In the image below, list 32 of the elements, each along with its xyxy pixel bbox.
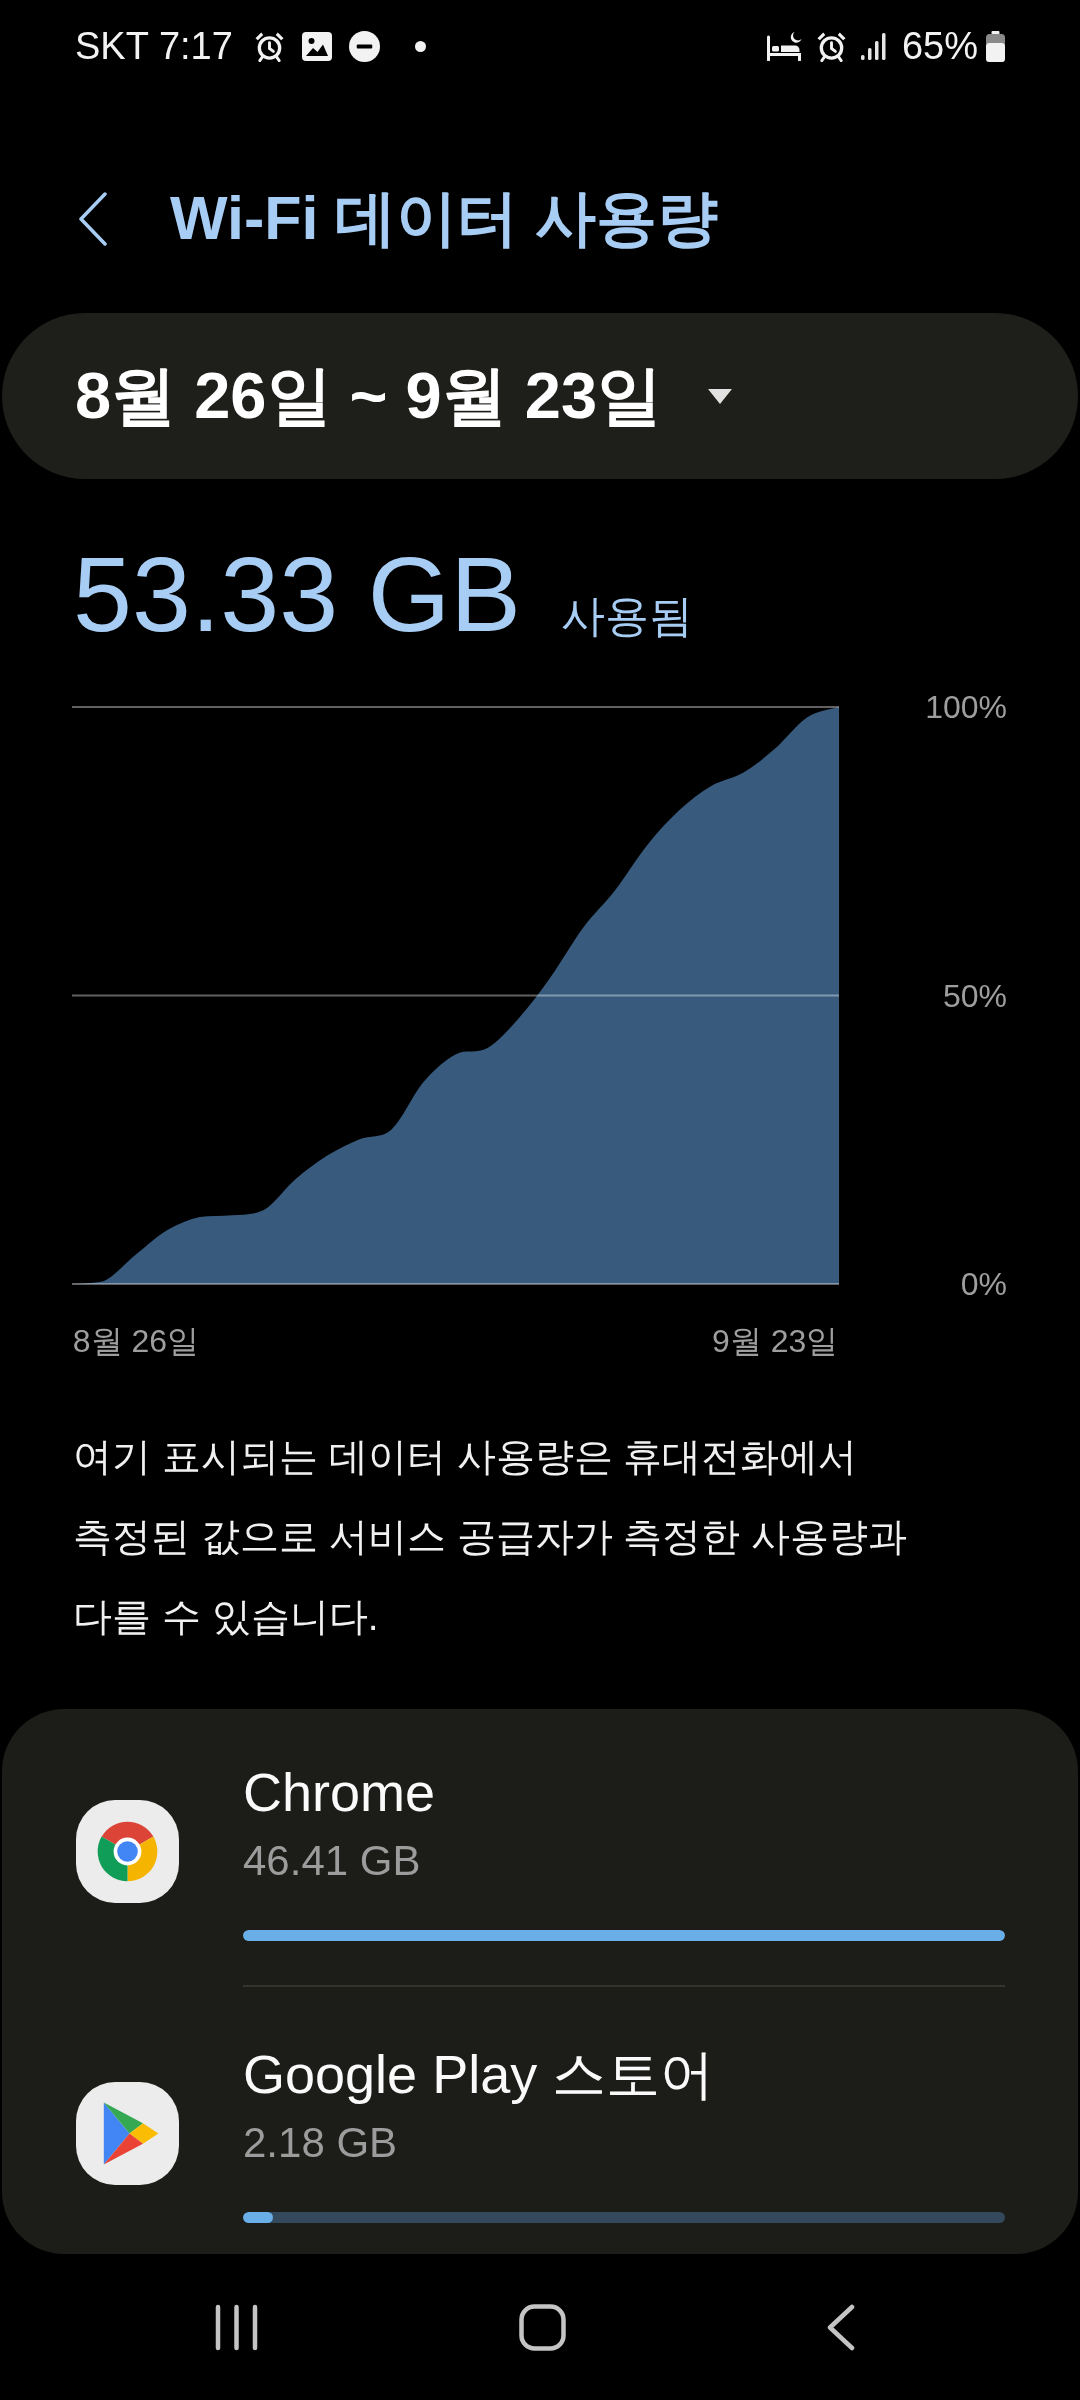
battery-icon: [986, 30, 1005, 62]
bed-icon: [765, 31, 802, 61]
app-usage: 2.18 GB: [243, 2118, 399, 2168]
y-axis-label: 0%: [960, 1266, 1007, 1302]
x-axis-label: 8월 26일: [72, 1323, 200, 1359]
recent-apps-icon[interactable]: [215, 2303, 258, 2351]
carrier-name: SKT: [75, 24, 149, 68]
alarm-icon: [815, 30, 847, 62]
back-icon[interactable]: [827, 2303, 855, 2351]
dot-icon: [414, 40, 426, 52]
date-range-dropdown[interactable]: 8월 26일 ~ 9월 23일: [2, 313, 1078, 479]
back-icon[interactable]: [78, 192, 108, 246]
usage-note: 여기 표시되는 데이터 사용량은 휴대전화에서 측정된 값으로 서비스 공급자가 측정한 사용량과 다를 수 있습니다.: [73, 1434, 909, 1640]
y-axis-label: 50%: [942, 977, 1007, 1014]
y-axis-label: 100%: [925, 689, 1007, 725]
app-name[interactable]: Google Play 스토어: [243, 2044, 1005, 2104]
app-usage: 46.41 GB: [243, 1836, 422, 1886]
alarm-icon: [253, 30, 285, 62]
image-icon: [301, 31, 332, 61]
page-title: Wi-Fi 데이터 사용량: [170, 183, 719, 254]
battery-percent: 65%: [901, 24, 978, 68]
browser-icon: [76, 1800, 179, 1903]
x-axis-label: 9월 23일: [711, 1323, 839, 1359]
app-name[interactable]: Chrome: [243, 1762, 1005, 1822]
home-icon[interactable]: [519, 2303, 566, 2351]
total-usage: 53.33 GB: [73, 541, 521, 647]
signal-icon: [860, 32, 886, 60]
play-icon: [76, 2082, 179, 2185]
usage-caption: 사용됨: [560, 590, 693, 642]
status-time: 7:17: [158, 24, 233, 68]
do-not-disturb-icon: [348, 30, 380, 62]
caret-icon: [708, 388, 733, 404]
